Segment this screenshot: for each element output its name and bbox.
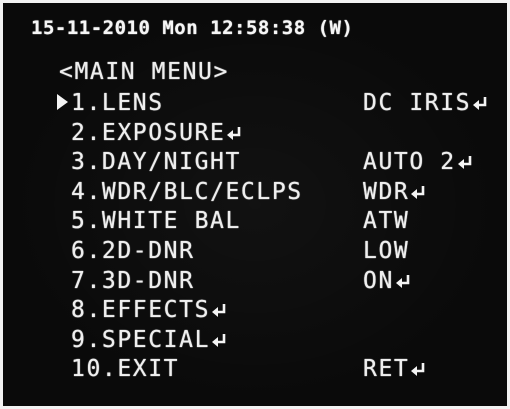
menu-item-label: 5.WHITE BAL (71, 206, 241, 236)
osd-screen: 15-11-2010 Mon 12:58:38 (W) <MAIN MENU> … (0, 0, 510, 409)
menu-item-special[interactable]: 9.SPECIAL (3, 325, 507, 355)
menu-item-value-text: ON (363, 267, 394, 294)
menu-title: <MAIN MENU> (59, 59, 229, 85)
enter-return-icon (411, 362, 425, 377)
menu-item-value-text: ATW (363, 208, 410, 235)
menu-item-2d-dnr[interactable]: 6.2D-DNR LOW (3, 236, 507, 266)
weekday-readout: Mon (162, 17, 199, 39)
menu-item-value: ON (363, 266, 410, 296)
menu-item-value: AUTO 2 (363, 147, 472, 177)
menu-item-value: ATW (363, 206, 409, 236)
menu-item-label: 10.EXIT (71, 354, 179, 384)
menu-item-label-text: 7.3D-DNR (71, 267, 195, 294)
menu-item-lens[interactable]: 1.LENS DC IRIS (3, 88, 507, 118)
menu-item-label-text: 10.EXIT (71, 356, 180, 383)
menu-item-day-night[interactable]: 3.DAY/NIGHT AUTO 2 (3, 147, 507, 177)
menu-item-label-text: 6.2D-DNR (71, 238, 195, 264)
menu-item-exposure[interactable]: 2.EXPOSURE (3, 118, 507, 148)
menu-item-label: 8.EFFECTS (71, 295, 226, 325)
menu-item-value: LOW (363, 236, 409, 266)
enter-return-icon (411, 185, 425, 200)
menu-item-label-text: 3.DAY/NIGHT (71, 149, 241, 176)
menu-item-value-text: DC IRIS (363, 90, 472, 116)
menu-item-value-text: AUTO 2 (363, 149, 456, 176)
menu-item-label-text: 1.LENS (71, 90, 164, 116)
menu-item-value: DC IRIS (363, 88, 487, 118)
menu-item-value: RET (363, 354, 425, 384)
menu-item-label-text: 4.WDR/BLC/ECLPS (71, 178, 303, 205)
menu-item-label: 9.SPECIAL (71, 325, 226, 355)
menu-item-wdr-blc-eclps[interactable]: 4.WDR/BLC/ECLPS WDR (3, 177, 507, 207)
menu-item-label: 4.WDR/BLC/ECLPS (71, 177, 303, 207)
menu-item-label-text: 2.EXPOSURE (71, 119, 226, 146)
menu-item-white-bal[interactable]: 5.WHITE BAL ATW (3, 206, 507, 236)
menu-item-value-text: RET (363, 356, 410, 383)
enter-return-icon (212, 303, 226, 318)
menu-item-label-text: 5.WHITE BAL (71, 208, 241, 235)
menu-item-label-text: 9.SPECIAL (71, 326, 211, 353)
menu-item-label: 7.3D-DNR (71, 266, 195, 296)
status-bar: 15-11-2010 Mon 12:58:38 (W) (31, 17, 353, 39)
menu-item-exit[interactable]: 10.EXIT RET (3, 354, 507, 384)
menu-item-value-text: WDR (363, 178, 410, 205)
time-readout: 12:58:38 (210, 17, 306, 39)
date-readout: 15-11-2010 (31, 17, 151, 39)
menu-item-3d-dnr[interactable]: 7.3D-DNR ON (3, 266, 507, 296)
menu-item-label: 6.2D-DNR (71, 236, 195, 266)
enter-return-icon (227, 126, 241, 141)
selection-cursor-icon (57, 94, 68, 110)
menu-item-label: 2.EXPOSURE (71, 118, 241, 148)
enter-return-icon (212, 333, 226, 348)
menu-item-label: 3.DAY/NIGHT (71, 147, 241, 177)
menu-item-value-text: LOW (363, 238, 410, 264)
mode-indicator: (W) (317, 17, 354, 39)
menu-item-label-text: 8.EFFECTS (71, 297, 211, 324)
menu-item-effects[interactable]: 8.EFFECTS (3, 295, 507, 325)
menu-item-value: WDR (363, 177, 425, 207)
menu-item-label: 1.LENS (71, 88, 164, 118)
enter-return-icon (457, 155, 472, 170)
enter-return-icon (395, 274, 410, 289)
enter-return-icon (473, 96, 487, 111)
